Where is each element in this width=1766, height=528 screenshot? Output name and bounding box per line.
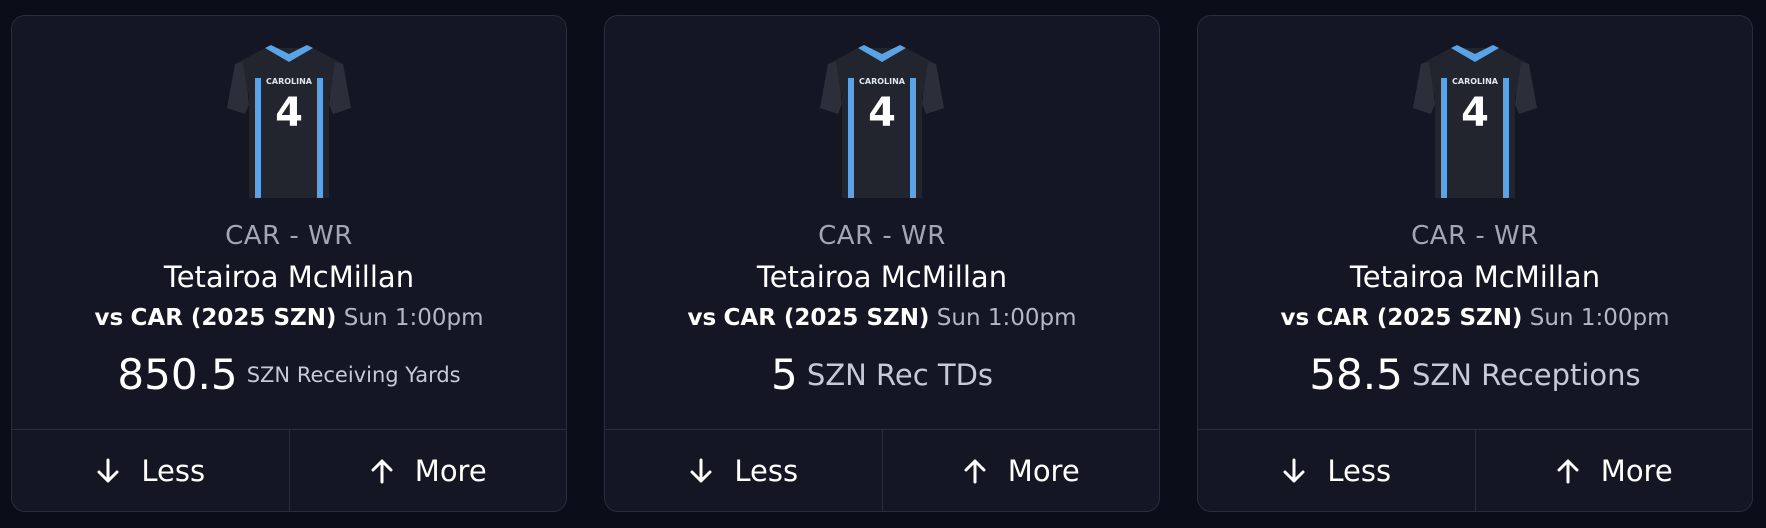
jersey-icon: CAROLINA 4 — [1413, 45, 1537, 198]
matchup-prefix: vs — [94, 305, 124, 331]
line-value: 58.5 — [1309, 350, 1403, 399]
matchup-team: CAR (2025 SZN) — [723, 305, 930, 331]
jersey-icon: CAROLINA 4 — [227, 45, 351, 198]
projection-card: CAROLINA 4 CAR - WR Tetairoa McMillan vs… — [1197, 15, 1753, 512]
less-label: Less — [1327, 453, 1392, 488]
more-button[interactable]: More — [881, 430, 1160, 511]
less-label: Less — [141, 453, 206, 488]
projection-line: 5 SZN Rec TDs — [605, 350, 1159, 399]
matchup-team: CAR (2025 SZN) — [130, 305, 337, 331]
matchup-prefix: vs — [1280, 305, 1310, 331]
arrow-up-icon — [371, 459, 393, 483]
arrow-up-icon — [1557, 459, 1579, 483]
pick-actions: Less More — [605, 429, 1159, 511]
player-name: Tetairoa McMillan — [756, 260, 1008, 294]
jersey-team-text: CAROLINA — [1452, 77, 1499, 86]
less-button[interactable]: Less — [12, 430, 289, 511]
more-button[interactable]: More — [288, 430, 567, 511]
game-time: Sun 1:00pm — [1529, 305, 1670, 331]
projection-line: 850.5 SZN Receiving Yards — [12, 350, 566, 399]
arrow-down-icon — [97, 458, 119, 482]
player-position: CAR - WR — [1411, 221, 1539, 251]
jersey-icon: CAROLINA 4 — [820, 45, 944, 198]
game-time: Sun 1:00pm — [936, 305, 1077, 331]
stat-label: SZN Receptions — [1411, 357, 1641, 392]
pick-actions: Less More — [12, 429, 566, 511]
matchup: vs CAR (2025 SZN) Sun 1:00pm — [12, 305, 566, 331]
more-label: More — [414, 453, 487, 488]
jersey-team-text: CAROLINA — [859, 77, 906, 86]
jersey-team-text: CAROLINA — [266, 77, 313, 86]
less-button[interactable]: Less — [1198, 430, 1475, 511]
projection-line: 58.5 SZN Receptions — [1198, 350, 1752, 399]
matchup: vs CAR (2025 SZN) Sun 1:00pm — [605, 305, 1159, 331]
game-time: Sun 1:00pm — [343, 305, 484, 331]
pick-actions: Less More — [1198, 429, 1752, 511]
matchup-team: CAR (2025 SZN) — [1316, 305, 1523, 331]
arrow-down-icon — [1283, 458, 1305, 482]
more-label: More — [1600, 453, 1673, 488]
jersey-number: 4 — [275, 90, 303, 136]
matchup: vs CAR (2025 SZN) Sun 1:00pm — [1198, 305, 1752, 331]
line-value: 850.5 — [117, 350, 238, 399]
jersey-number: 4 — [868, 90, 896, 136]
stat-label: SZN Receiving Yards — [246, 362, 461, 387]
projection-card-list: CAROLINA 4 CAR - WR Tetairoa McMillan vs… — [0, 0, 1766, 528]
jersey-number: 4 — [1461, 90, 1489, 136]
player-name: Tetairoa McMillan — [1349, 260, 1601, 294]
less-button[interactable]: Less — [605, 430, 882, 511]
more-label: More — [1007, 453, 1080, 488]
player-position: CAR - WR — [818, 221, 946, 251]
matchup-prefix: vs — [687, 305, 717, 331]
stat-label: SZN Rec TDs — [806, 357, 994, 392]
player-position: CAR - WR — [225, 221, 353, 251]
projection-card: CAROLINA 4 CAR - WR Tetairoa McMillan vs… — [604, 15, 1160, 512]
player-name: Tetairoa McMillan — [163, 260, 415, 294]
arrow-up-icon — [964, 459, 986, 483]
line-value: 5 — [770, 350, 798, 399]
less-label: Less — [734, 453, 799, 488]
projection-card: CAROLINA 4 CAR - WR Tetairoa McMillan vs… — [11, 15, 567, 512]
more-button[interactable]: More — [1474, 430, 1753, 511]
arrow-down-icon — [690, 458, 712, 482]
